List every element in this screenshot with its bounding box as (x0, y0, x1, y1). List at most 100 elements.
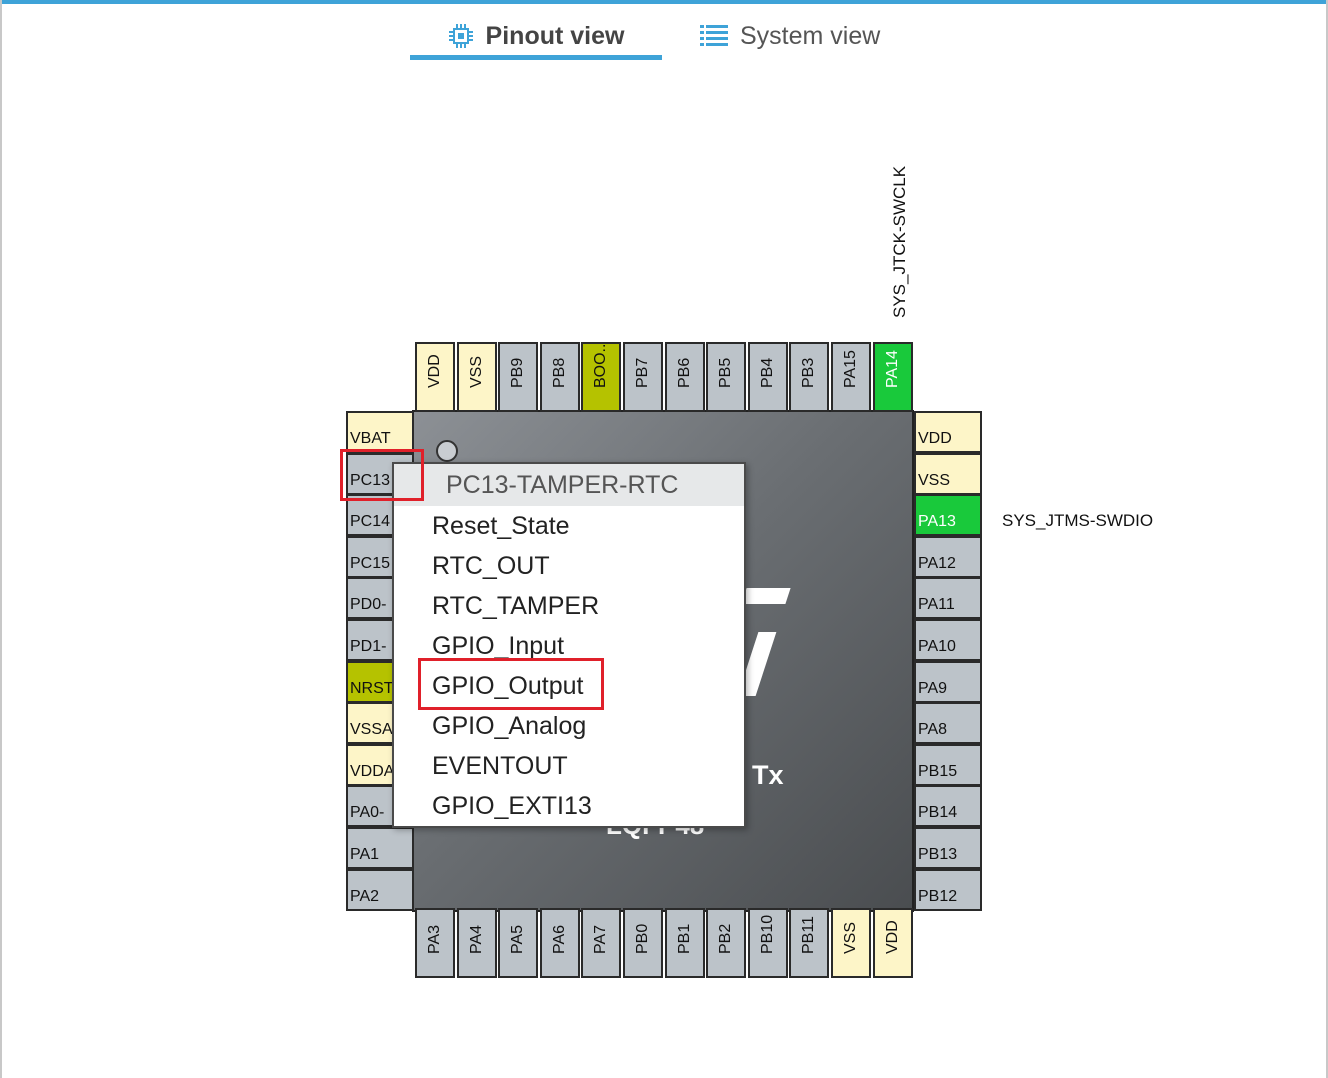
pin-pa4-bottom[interactable]: PA4 (457, 908, 497, 978)
pin-label: PA13 (918, 513, 956, 530)
pin-pb2-bottom[interactable]: PB2 (706, 908, 746, 978)
pin-label: PA12 (918, 555, 956, 572)
pin-pb6-top[interactable]: PB6 (665, 342, 705, 412)
menu-item-rtc-tamper[interactable]: RTC_TAMPER (394, 586, 744, 626)
pin-label: PB1 (676, 923, 693, 954)
pin-vbat-left[interactable]: VBAT (346, 411, 414, 453)
menu-item-gpio-analog[interactable]: GPIO_Analog (394, 706, 744, 746)
pin-label: PB7 (634, 357, 651, 388)
pin-label: PA10 (918, 638, 956, 655)
pin-label: PB4 (759, 357, 776, 388)
pin-label: VDDA (350, 763, 395, 780)
pin-pa15-top[interactable]: PA15 (831, 342, 871, 412)
pin-label: VSS (842, 921, 859, 954)
pin-vss-bottom[interactable]: VSS (831, 908, 871, 978)
menu-item-rtc-out[interactable]: RTC_OUT (394, 546, 744, 586)
tab-pinout-label: Pinout view (485, 21, 625, 50)
pin-label: PC15 (350, 555, 391, 572)
pin-label: PB11 (800, 916, 817, 954)
pin-label: PB10 (759, 914, 776, 954)
pin-label: PA4 (468, 924, 485, 954)
pin-vdd-right[interactable]: VDD (914, 411, 982, 453)
pin-label: PB3 (800, 357, 817, 388)
pin-label: BOO.. (592, 343, 609, 388)
pin-label: PD1- (350, 638, 387, 655)
pin-pb5-top[interactable]: PB5 (706, 342, 746, 412)
pin-pa14-top[interactable]: PA14 (873, 342, 913, 412)
signal-label-pa14: SYS_JTCK-SWCLK (890, 165, 909, 318)
pin-vss-top[interactable]: VSS (457, 342, 497, 412)
menu-header-pin-name: PC13-TAMPER-RTC (394, 464, 744, 506)
tab-system-view[interactable]: System view (700, 14, 880, 58)
pin-label: PA11 (918, 596, 955, 613)
menu-item-reset-state[interactable]: Reset_State (394, 506, 744, 546)
pin-pb12-right[interactable]: PB12 (914, 869, 982, 911)
pin-pa1-left[interactable]: PA1 (346, 827, 414, 869)
pin-label: PB12 (918, 888, 958, 905)
pin-label: VSSA (350, 721, 393, 738)
pin-pa8-right[interactable]: PA8 (914, 702, 982, 744)
menu-item-eventout[interactable]: EVENTOUT (394, 746, 744, 786)
pin-label: PA9 (918, 680, 948, 697)
active-tab-underline (410, 55, 662, 60)
pin-pb0-bottom[interactable]: PB0 (623, 908, 663, 978)
pin-label: PB13 (918, 846, 958, 863)
pin-label: PB14 (918, 804, 958, 821)
pin-label: PA14 (884, 350, 901, 388)
pin-pa3-bottom[interactable]: PA3 (415, 908, 455, 978)
pin-pb14-right[interactable]: PB14 (914, 785, 982, 827)
pin-pb7-top[interactable]: PB7 (623, 342, 663, 412)
pin-label: PA3 (426, 924, 443, 954)
pin-pa2-left[interactable]: PA2 (346, 869, 414, 911)
pin-label: PC14 (350, 513, 391, 530)
pin-vdd-bottom[interactable]: VDD (873, 908, 913, 978)
pin-label: VSS (468, 355, 485, 388)
pin-pb10-bottom[interactable]: PB10 (748, 908, 788, 978)
chip-series-text: Tx (752, 760, 784, 790)
pin-pa10-right[interactable]: PA10 (914, 619, 982, 661)
pin-vss-right[interactable]: VSS (914, 453, 982, 495)
pin-pa5-bottom[interactable]: PA5 (498, 908, 538, 978)
pin-pa9-right[interactable]: PA9 (914, 661, 982, 703)
tab-pinout-view[interactable]: Pinout view (410, 14, 662, 60)
pin-pb1-bottom[interactable]: PB1 (665, 908, 705, 978)
pin-label: PB15 (918, 763, 958, 780)
pin-pb11-bottom[interactable]: PB11 (789, 908, 829, 978)
pin-label: VSS (918, 472, 951, 489)
left-border (0, 0, 2, 1078)
menu-item-gpio-input[interactable]: GPIO_Input (394, 626, 744, 666)
pin-pb9-top[interactable]: PB9 (498, 342, 538, 412)
pin-vdd-top[interactable]: VDD (415, 342, 455, 412)
pin-boo-top[interactable]: BOO.. (581, 342, 621, 412)
signal-label-pa13: SYS_JTMS-SWDIO (1002, 511, 1154, 530)
pin-label: PA2 (350, 888, 380, 905)
pin-label: VDD (426, 354, 443, 388)
pin-pb8-top[interactable]: PB8 (540, 342, 580, 412)
pin-label: VDD (918, 430, 952, 447)
top-accent-bar (0, 0, 1328, 4)
pin-pa6-bottom[interactable]: PA6 (540, 908, 580, 978)
menu-item-gpio-output[interactable]: GPIO_Output (394, 666, 744, 706)
pin-label: PA8 (918, 721, 948, 738)
pin-pa11-right[interactable]: PA11 (914, 577, 982, 619)
pin-pb13-right[interactable]: PB13 (914, 827, 982, 869)
pin-pa12-right[interactable]: PA12 (914, 536, 982, 578)
tab-system-label: System view (740, 21, 881, 50)
pin-label: PC13 (350, 472, 391, 489)
pin-label: PA5 (509, 924, 526, 954)
pin-pa7-bottom[interactable]: PA7 (581, 908, 621, 978)
pin-pb4-top[interactable]: PB4 (748, 342, 788, 412)
pin-pa13-right[interactable]: PA13 (914, 494, 982, 536)
list-view-icon (700, 24, 728, 48)
pin-label: VBAT (350, 430, 391, 447)
pin-pb3-top[interactable]: PB3 (789, 342, 829, 412)
pin-pb15-right[interactable]: PB15 (914, 744, 982, 786)
pin-label: PB6 (676, 357, 693, 388)
pin-label: PA6 (551, 924, 568, 954)
pin-label: PB9 (509, 357, 526, 388)
pin-label: PA7 (592, 924, 609, 954)
pin-label: PA1 (350, 846, 380, 863)
pin-label: PB2 (717, 923, 734, 954)
menu-item-gpio-exti13[interactable]: GPIO_EXTI13 (394, 786, 744, 826)
pin-label: VDD (884, 920, 901, 954)
